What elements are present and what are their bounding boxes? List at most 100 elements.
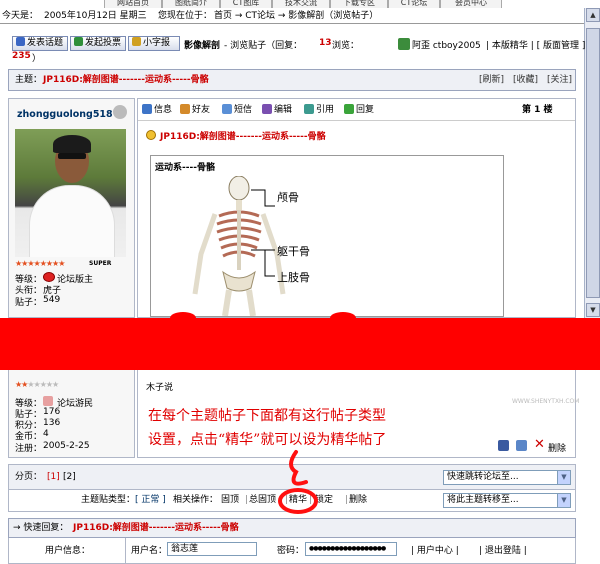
floor-number: 第 1 楼 [522,105,553,115]
nav-home[interactable]: 网站首页 [104,0,162,8]
password-field[interactable]: ●●●●●●●●●●●●●●●●●● [305,542,397,556]
quick-reply-label: → 快速回复： [13,523,69,533]
reply-body: 木子说 WWW.SHENYTXH.COM 在每个主题帖子下面都有这行帖子类型 设… [137,370,580,458]
new-poll-button[interactable]: 发起投票 [70,36,126,51]
quote-button[interactable]: 引用 [304,99,334,121]
replier-stars: ★★★★★★★ [15,380,59,389]
reply-button[interactable]: 回复 [344,99,374,121]
nav-member[interactable]: 会员中心 [440,0,502,8]
topic-type-label: 主题贴类型： [81,495,136,505]
pager-label: 分页： [15,472,43,482]
replier-gold: 4 [43,429,49,439]
posts-value: 549 [43,295,61,305]
posts-label: 贴子： [15,298,43,308]
user-center-link[interactable]: | 用户中心 | [411,543,459,556]
scrollbar[interactable]: ▲ ▼ [584,8,600,318]
avatar [15,129,126,257]
digest-link[interactable]: 精华 [289,490,307,510]
author-name[interactable]: zhongguolong518 [17,109,113,120]
delete-icon[interactable]: ✕ [534,437,545,452]
reply-text: 木子说 [146,383,174,393]
forum-name[interactable]: 影像解剖 [184,38,220,51]
post-actions: 信息 好友 短信 编辑 引用 回复 第 1 楼 [138,99,575,121]
move-topic-select[interactable]: 将此主题转移至... ▼ [443,493,571,508]
views-count: 235 [12,51,31,61]
login-row: 用户信息： 用户名： 翁志莲 密码： ●●●●●●●●●●●●●●●●●● | … [8,538,576,564]
breadcrumb: 今天是： 2005年10月12日 星期三 您现在位于： 首页 → CT论坛 → … [0,8,584,24]
pin-link[interactable]: 固顶 [221,490,239,510]
label-leader-lines [251,189,275,277]
chevron-down-icon: ▼ [557,494,570,507]
replier-grade: 论坛游民 [57,399,94,409]
board-links[interactable]: | 本版精华 | [ 版面管理 ] [486,38,585,51]
current-user[interactable]: 阿歪 ctboy2005 [412,38,481,51]
username-label: 用户名： [131,546,168,556]
post-body: 信息 好友 短信 编辑 引用 回复 第 1 楼 JP116D:解剖图谱-----… [137,98,576,318]
subject-title: JP116D:解剖图谱-------运动系-----骨骼 [43,75,209,85]
view-label: - 浏览贴子（回复： [224,41,303,51]
new-topic-button[interactable]: 发表话题 [12,36,68,51]
replier-panel: ★★★★★★★ 等级： 论坛游民 贴子： 176 积分： 136 金币： 4 注… [8,370,135,458]
message-button[interactable]: 短信 [222,99,252,121]
scroll-thumb[interactable] [586,28,600,298]
scroll-down-icon[interactable]: ▼ [586,303,600,317]
replier-reg: 2005-2-25 [43,441,90,451]
label-arm: 上肢骨 [277,271,310,284]
password-label: 密码： [277,546,305,556]
friend-button[interactable]: 好友 [180,99,210,121]
label-trunk: 躯干骨 [277,245,310,258]
views-close: ） [32,54,42,64]
label-skull: 颅骨 [277,191,299,204]
small-font-button[interactable]: 小字报 [128,36,180,51]
scroll-up-icon[interactable]: ▲ [586,8,600,22]
grade-value: 论坛版主 [57,275,94,285]
refresh-link[interactable]: [刷新] [479,70,504,90]
date-value: 2005年10月12日 星期三 [44,11,147,21]
page-2-link[interactable]: [2] [63,465,76,489]
friend-icon [180,104,190,114]
moderator-icon [43,272,55,282]
reply-count: 13 [319,38,332,48]
copy-icon[interactable] [516,440,527,451]
global-pin-link[interactable]: 总固顶 [249,490,276,510]
type-normal-link[interactable]: [ 正常 ] [135,490,166,510]
chevron-down-icon: ▼ [557,471,570,484]
topic-type-row: 主题贴类型： [ 正常 ] 相关操作： 固顶 | 总固顶 | 精华 | 锁定 |… [8,490,576,512]
lock-link[interactable]: 锁定 [315,490,333,510]
nav-download[interactable]: 下载专区 [330,0,388,8]
logout-link[interactable]: | 退出登陆 | [479,543,527,556]
reply-icon [344,104,354,114]
replier-score: 136 [43,418,61,428]
user-icon [398,38,410,50]
info-button[interactable]: 信息 [142,99,172,121]
nav-intro[interactable]: 图纸简介 [162,0,220,8]
page-1-link[interactable]: [1] [47,465,60,489]
annotation-line-2: 设置，点击“精华”就可以设为精华帖了 [148,432,387,448]
nav-tech[interactable]: 技术交流 [272,0,330,8]
quick-reply-bar: → 快速回复： JP116D:解剖图谱-------运动系-----骨骼 [8,518,576,538]
follow-link[interactable]: [关注] [547,70,572,90]
gender-icon [113,105,127,119]
watermark: WWW.SHENYTXH.COM [512,398,580,405]
annotation: 在每个主题帖子下面都有这行帖子类型 设置，点击“精华”就可以设为精华帖了 [148,404,468,452]
arrow-icon [146,130,156,140]
delete-topic-link[interactable]: 删除 [349,490,367,510]
quick-reply-title: JP116D:解剖图谱-------运动系-----骨骼 [73,523,239,533]
post-title: JP116D:解剖图谱-------运动系-----骨骼 [160,132,326,142]
printer-icon[interactable] [498,440,509,451]
location-label: 您现在位于： [158,11,213,21]
edit-button[interactable]: 编辑 [262,99,292,121]
nav-forum[interactable]: CT论坛 [388,0,440,8]
breadcrumb-path[interactable]: 首页 → CT论坛 → 影像解剖（浏览帖子） [214,8,378,24]
subject-label: 主题： [15,75,43,85]
favorite-link[interactable]: [收藏] [513,70,538,90]
annotation-line-1: 在每个主题帖子下面都有这行帖子类型 [148,408,386,424]
views-label: 浏览： [332,41,360,51]
user-info-label: 用户信息： [45,546,91,556]
delete-button[interactable]: 删除 [548,441,566,454]
username-field[interactable]: 翁志莲 [167,542,257,556]
megaphone-icon [132,37,141,46]
nav-gallery[interactable]: CT图库 [220,0,272,8]
subject-bar: 主题： JP116D:解剖图谱-------运动系-----骨骼 [刷新] [收… [8,69,576,91]
forum-jump-select[interactable]: 快速跳转论坛至... ▼ [443,470,571,485]
